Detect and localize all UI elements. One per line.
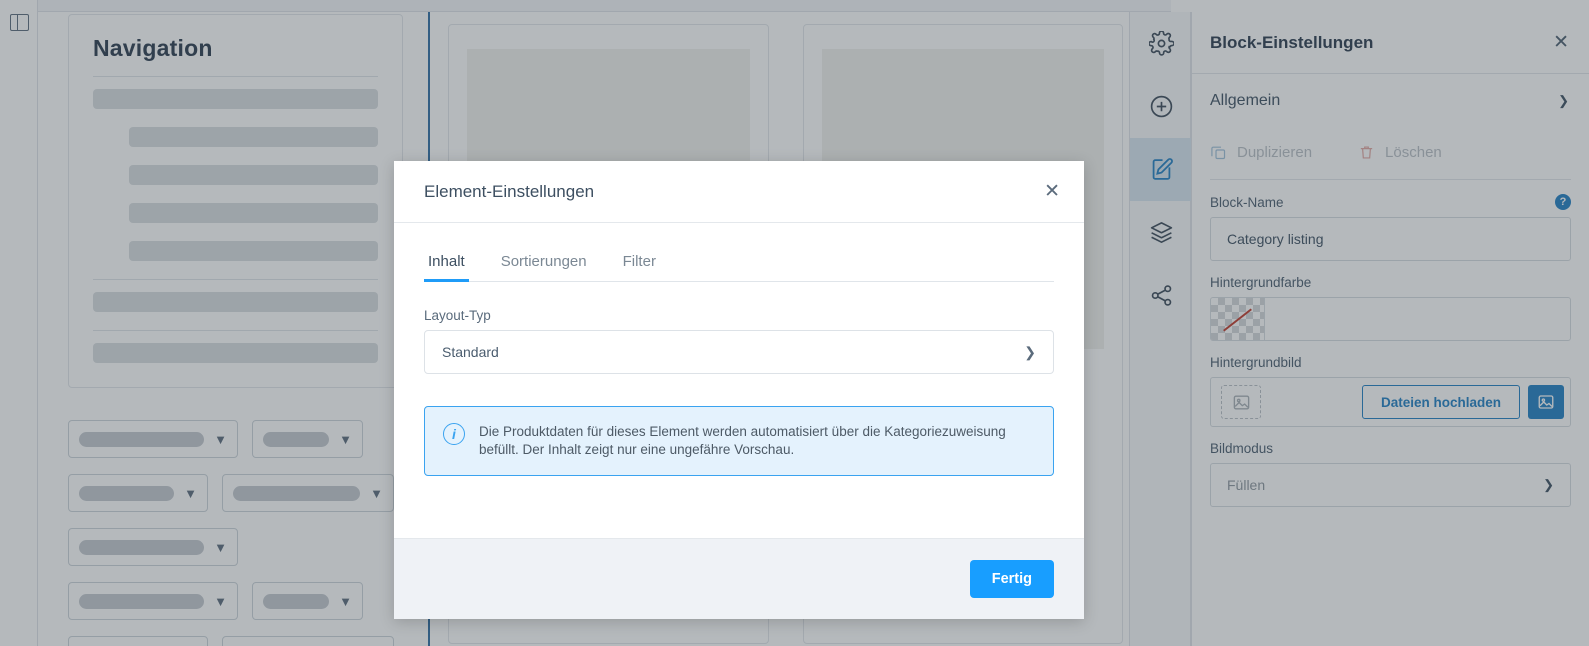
info-alert: i Die Produktdaten für dieses Element we… — [424, 406, 1054, 476]
done-button[interactable]: Fertig — [969, 560, 1054, 598]
modal-tabs: Inhalt Sortierungen Filter — [424, 245, 1054, 282]
tab-inhalt[interactable]: Inhalt — [424, 245, 469, 282]
info-icon: i — [443, 423, 465, 445]
modal-header: Element-Einstellungen ✕ — [394, 161, 1084, 223]
layout-type-value: Standard — [442, 344, 499, 360]
modal-body: Inhalt Sortierungen Filter Layout-Typ St… — [394, 223, 1084, 538]
info-alert-text: Die Produktdaten für dieses Element werd… — [479, 424, 1006, 457]
chevron-down-icon: ❯ — [1024, 343, 1036, 360]
element-settings-modal: Element-Einstellungen ✕ Inhalt Sortierun… — [394, 161, 1084, 619]
tab-sortierungen[interactable]: Sortierungen — [497, 245, 591, 281]
modal-title: Element-Einstellungen — [424, 181, 595, 201]
layout-type-select[interactable]: Standard ❯ — [424, 330, 1054, 374]
close-icon[interactable]: ✕ — [1044, 182, 1060, 201]
tab-filter[interactable]: Filter — [619, 245, 660, 281]
layout-type-label: Layout-Typ — [424, 308, 491, 323]
modal-footer: Fertig — [394, 538, 1084, 619]
